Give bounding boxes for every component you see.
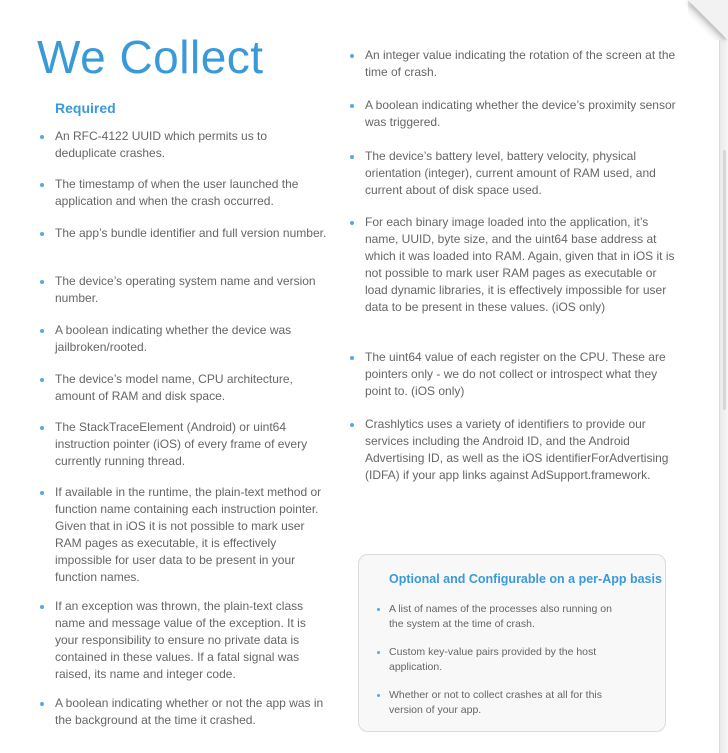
bullet-icon bbox=[40, 378, 44, 382]
list-item-text: A boolean indicating whether the device … bbox=[55, 323, 292, 354]
list-item: For each binary image loaded into the ap… bbox=[350, 214, 677, 316]
list-item-text: The device’s battery level, battery velo… bbox=[365, 149, 656, 197]
list-item-text: A list of names of the processes also ru… bbox=[389, 603, 612, 630]
list-item-text: Whether or not to collect crashes at all… bbox=[389, 689, 603, 716]
bullet-icon bbox=[40, 605, 44, 609]
bullet-icon bbox=[377, 608, 380, 611]
bullet-icon bbox=[350, 155, 354, 159]
list-item: A boolean indicating whether the device … bbox=[40, 322, 330, 356]
list-item: An integer value indicating the rotation… bbox=[350, 47, 677, 81]
bullet-icon bbox=[350, 104, 354, 108]
bullet-icon bbox=[350, 221, 354, 225]
page-title: We Collect bbox=[37, 31, 264, 83]
list-item: If an exception was thrown, the plain-te… bbox=[40, 598, 330, 683]
list-item: The device’s battery level, battery velo… bbox=[350, 148, 677, 199]
bullet-icon bbox=[40, 183, 44, 187]
bullet-icon bbox=[377, 694, 380, 697]
bullet-icon bbox=[40, 491, 44, 495]
list-item: If available in the runtime, the plain-t… bbox=[40, 484, 330, 586]
bullet-icon bbox=[40, 702, 44, 706]
list-item: Whether or not to collect crashes at all… bbox=[377, 688, 629, 718]
list-item-text: Custom key-value pairs provided by the h… bbox=[389, 646, 597, 673]
optional-data-panel: Optional and Configurable on a per-App b… bbox=[358, 554, 666, 732]
list-item-text: Crashlytics uses a variety of identifier… bbox=[365, 417, 669, 482]
bullet-icon bbox=[40, 135, 44, 139]
list-item: A boolean indicating whether or not the … bbox=[40, 695, 330, 729]
list-item-text: The device’s operating system name and v… bbox=[55, 274, 316, 305]
required-heading: Required bbox=[55, 100, 116, 116]
list-item-text: The timestamp of when the user launched … bbox=[55, 177, 299, 208]
bullet-icon bbox=[40, 426, 44, 430]
list-item: The timestamp of when the user launched … bbox=[40, 176, 330, 210]
list-item: The device’s operating system name and v… bbox=[40, 273, 330, 307]
list-item: The StackTraceElement (Android) or uint6… bbox=[40, 419, 330, 470]
scrollbar[interactable] bbox=[723, 150, 726, 410]
bullet-icon bbox=[350, 54, 354, 58]
bullet-icon bbox=[40, 232, 44, 236]
bullet-icon bbox=[350, 423, 354, 427]
list-item: An RFC-4122 UUID which permits us to ded… bbox=[40, 128, 330, 162]
list-item: The device’s model name, CPU architectur… bbox=[40, 371, 330, 405]
list-item: A boolean indicating whether the device’… bbox=[350, 97, 677, 131]
list-item-text: An RFC-4122 UUID which permits us to ded… bbox=[55, 129, 268, 160]
list-item-text: For each binary image loaded into the ap… bbox=[365, 215, 675, 314]
bullet-icon bbox=[40, 280, 44, 284]
list-item: Crashlytics uses a variety of identifier… bbox=[350, 416, 677, 484]
list-item-text: The StackTraceElement (Android) or uint6… bbox=[55, 420, 308, 468]
list-item-text: A boolean indicating whether or not the … bbox=[55, 696, 324, 727]
list-item: Custom key-value pairs provided by the h… bbox=[377, 645, 629, 675]
list-item-text: If an exception was thrown, the plain-te… bbox=[55, 599, 306, 681]
bullet-icon bbox=[377, 651, 380, 654]
list-item-text: An integer value indicating the rotation… bbox=[365, 48, 676, 79]
list-item-text: The app’s bundle identifier and full ver… bbox=[55, 226, 327, 240]
page-curl-icon bbox=[688, 0, 728, 40]
bullet-icon bbox=[350, 356, 354, 360]
list-item: A list of names of the processes also ru… bbox=[377, 602, 629, 632]
bullet-icon bbox=[40, 329, 44, 333]
list-item-text: The device’s model name, CPU architectur… bbox=[55, 372, 293, 403]
optional-panel-title: Optional and Configurable on a per-App b… bbox=[389, 572, 662, 586]
list-item-text: The uint64 value of each register on the… bbox=[365, 350, 666, 398]
list-item-text: If available in the runtime, the plain-t… bbox=[55, 485, 322, 584]
list-item: The app’s bundle identifier and full ver… bbox=[40, 225, 330, 242]
list-item-text: A boolean indicating whether the device’… bbox=[365, 98, 676, 129]
list-item: The uint64 value of each register on the… bbox=[350, 349, 677, 400]
